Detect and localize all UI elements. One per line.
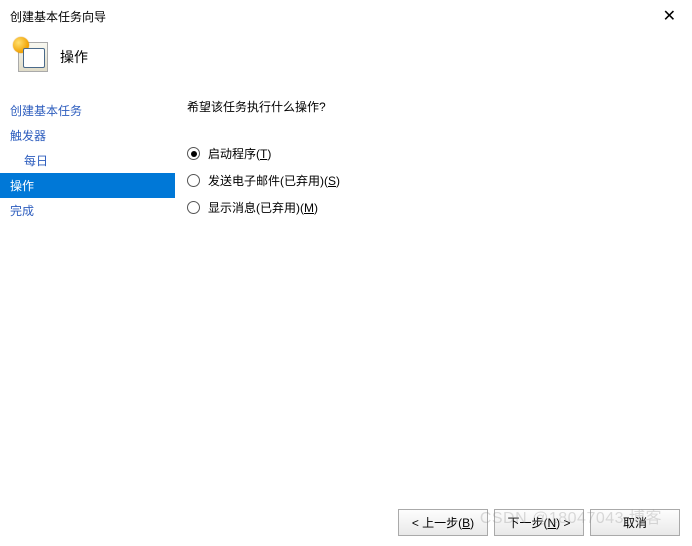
question-label: 希望该任务执行什么操作? [187,98,674,115]
radio-icon [187,174,200,187]
sidebar-item-action[interactable]: 操作 [0,173,175,198]
window-title: 创建基本任务向导 [10,8,106,25]
back-button[interactable]: < 上一步(B) [398,509,488,536]
footer: < 上一步(B) 下一步(N) > 取消 [398,509,680,536]
content-area: 希望该任务执行什么操作? 启动程序(T) 发送电子邮件(已弃用)(S) 显示消息… [175,94,692,464]
next-button[interactable]: 下一步(N) > [494,509,584,536]
sidebar-item-daily[interactable]: 每日 [0,148,175,173]
radio-icon [187,147,200,160]
wizard-body: 创建基本任务 触发器 每日 操作 完成 希望该任务执行什么操作? 启动程序(T)… [0,94,692,464]
cancel-button[interactable]: 取消 [590,509,680,536]
wizard-header: 操作 [0,30,692,94]
option-start-program[interactable]: 启动程序(T) [187,145,674,162]
option-show-message[interactable]: 显示消息(已弃用)(M) [187,199,674,216]
titlebar: 创建基本任务向导 ✕ [0,0,692,30]
sidebar: 创建基本任务 触发器 每日 操作 完成 [0,94,175,464]
page-title: 操作 [60,47,88,67]
option-label: 启动程序(T) [208,145,271,162]
sidebar-item-finish[interactable]: 完成 [0,198,175,223]
option-label: 显示消息(已弃用)(M) [208,199,318,216]
option-label: 发送电子邮件(已弃用)(S) [208,172,340,189]
radio-icon [187,201,200,214]
sidebar-item-trigger[interactable]: 触发器 [0,123,175,148]
sidebar-item-create-task[interactable]: 创建基本任务 [0,98,175,123]
wizard-icon [18,42,48,72]
option-send-email[interactable]: 发送电子邮件(已弃用)(S) [187,172,674,189]
close-icon[interactable]: ✕ [657,6,682,26]
